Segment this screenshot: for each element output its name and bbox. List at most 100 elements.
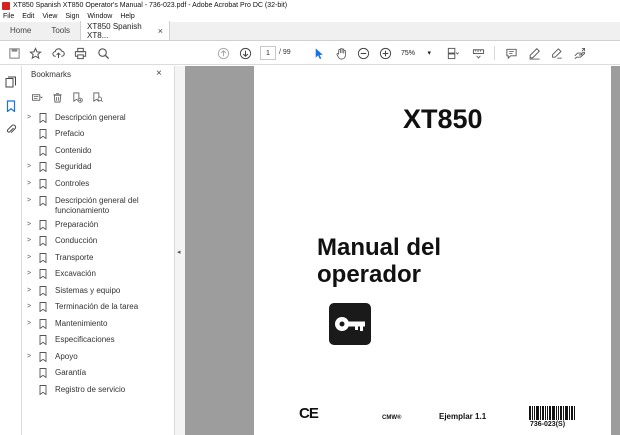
expand-caret-icon[interactable]: >	[27, 162, 37, 172]
save-icon[interactable]	[6, 45, 22, 61]
bookmark-mantenimiento[interactable]: > Mantenimiento	[22, 319, 175, 329]
bookmark-controles[interactable]: > Controles	[22, 179, 175, 189]
expand-caret-icon[interactable]: >	[27, 253, 37, 263]
bookmark-options-icon[interactable]	[30, 90, 44, 104]
bookmark-prefacio[interactable]: Prefacio	[22, 129, 175, 139]
zoom-out-icon[interactable]	[355, 45, 371, 61]
new-bookmark-icon[interactable]	[70, 90, 84, 104]
share-hand-icon[interactable]	[571, 45, 587, 61]
menu-sign[interactable]: Sign	[65, 13, 79, 20]
expand-caret-icon[interactable]: >	[27, 319, 37, 329]
cmw-logo: CMW®	[382, 415, 402, 421]
bookmark-icon	[39, 269, 48, 279]
tab-bar: Home Tools XT850 Spanish XT8... ×	[0, 21, 620, 41]
star-icon[interactable]	[27, 45, 43, 61]
tab-document[interactable]: XT850 Spanish XT8... ×	[80, 21, 171, 40]
bookmark-label: Conducción	[55, 236, 98, 245]
bookmark-conduccion[interactable]: > Conducción	[22, 236, 175, 246]
panel-splitter[interactable]: ◂	[175, 66, 185, 435]
bookmark-label: Especificaciones	[55, 335, 115, 344]
bookmarks-panel: Bookmarks × > Descripción general Prefac…	[22, 66, 175, 435]
expand-caret-icon[interactable]: >	[27, 302, 37, 312]
navigation-rail	[0, 66, 22, 435]
bookmark-icon	[39, 352, 48, 362]
bookmark-icon	[39, 368, 48, 378]
toolbar-divider	[494, 46, 495, 60]
menu-window[interactable]: Window	[87, 13, 112, 20]
bookmark-contenido[interactable]: Contenido	[22, 146, 175, 156]
edition-label: Ejemplar 1.1	[439, 412, 487, 421]
expand-caret-icon[interactable]: >	[27, 286, 37, 296]
key-icon	[329, 303, 371, 345]
comment-icon[interactable]	[503, 45, 519, 61]
bookmark-label: Terminación de la tarea	[55, 302, 139, 311]
select-cursor-icon[interactable]	[310, 45, 326, 61]
expand-caret-icon[interactable]: >	[27, 352, 37, 362]
barcode	[529, 406, 577, 420]
bookmark-label: Registro de servicio	[55, 385, 126, 394]
bookmark-label: Descripción general del funcionamiento	[55, 196, 139, 215]
bookmark-sistemas-equipo[interactable]: > Sistemas y equipo	[22, 286, 175, 296]
bookmark-transporte[interactable]: > Transporte	[22, 253, 175, 263]
hand-tool-icon[interactable]	[333, 45, 349, 61]
document-code: 736-023(S)	[530, 421, 566, 428]
close-icon[interactable]: ×	[156, 68, 162, 79]
tab-close-button[interactable]: ×	[158, 26, 163, 36]
menu-edit[interactable]: Edit	[22, 13, 34, 20]
expand-caret-icon[interactable]: >	[27, 220, 37, 230]
fill-sign-icon[interactable]	[548, 45, 564, 61]
document-viewer[interactable]: XT850 Manual del operador CE CMW® Ejempl…	[185, 66, 620, 435]
find-bookmark-icon[interactable]	[90, 90, 104, 104]
bookmark-garantia[interactable]: Garantía	[22, 368, 175, 378]
expand-caret-icon[interactable]: >	[27, 236, 37, 246]
collapse-panel-icon[interactable]: ◂	[177, 248, 181, 256]
bookmark-registro-servicio[interactable]: Registro de servicio	[22, 385, 175, 395]
bookmark-icon	[39, 162, 48, 172]
menu-help[interactable]: Help	[120, 13, 134, 20]
bookmark-icon	[39, 236, 48, 246]
bookmark-icon	[39, 196, 48, 206]
zoom-value: 75%	[401, 49, 416, 57]
bookmark-excavacion[interactable]: > Excavación	[22, 269, 175, 279]
bookmark-especificaciones[interactable]: Especificaciones	[22, 335, 175, 345]
previous-page-icon[interactable]	[215, 45, 231, 61]
page-thumbnails-icon[interactable]	[4, 75, 18, 89]
zoom-in-icon[interactable]	[377, 45, 393, 61]
menu-file[interactable]: File	[3, 13, 14, 20]
bookmark-seguridad[interactable]: > Seguridad	[22, 162, 175, 172]
bookmark-descripcion-funcionamiento[interactable]: > Descripción general del funcionamiento	[22, 196, 175, 216]
measure-tool-icon[interactable]	[470, 45, 486, 61]
bookmarks-icon[interactable]	[4, 99, 18, 113]
attachments-icon[interactable]	[4, 122, 18, 136]
page-display-icon[interactable]	[444, 45, 460, 61]
cloud-upload-icon[interactable]	[50, 45, 66, 61]
search-icon[interactable]	[95, 45, 111, 61]
bookmark-preparacion[interactable]: > Preparación	[22, 220, 175, 230]
tab-tools[interactable]: Tools	[41, 21, 80, 40]
menu-view[interactable]: View	[42, 13, 57, 20]
bookmark-label: Excavación	[55, 269, 96, 278]
bookmark-icon	[39, 146, 48, 156]
expand-caret-icon[interactable]: >	[27, 196, 37, 206]
expand-caret-icon[interactable]: >	[27, 269, 37, 279]
highlight-pen-icon[interactable]	[526, 45, 542, 61]
zoom-dropdown[interactable]: 75% ▾	[398, 46, 434, 60]
bookmark-terminacion-tarea[interactable]: > Terminación de la tarea	[22, 302, 175, 312]
bookmark-icon	[39, 220, 48, 230]
tab-home[interactable]: Home	[0, 21, 41, 40]
chevron-down-icon: ▾	[427, 50, 431, 57]
bookmark-label: Apoyo	[55, 352, 78, 361]
delete-bookmark-icon[interactable]	[50, 90, 64, 104]
bookmark-label: Prefacio	[55, 129, 85, 138]
bookmark-label: Transporte	[55, 253, 94, 262]
bookmark-descripcion-general[interactable]: > Descripción general	[22, 113, 175, 123]
expand-caret-icon[interactable]: >	[27, 113, 37, 123]
bookmark-apoyo[interactable]: > Apoyo	[22, 352, 175, 362]
print-icon[interactable]	[72, 45, 88, 61]
page-number-input[interactable]: 1	[260, 46, 276, 60]
window-title: XT850 Spanish XT850 Operator's Manual - …	[13, 2, 288, 9]
panel-title: Bookmarks	[31, 70, 72, 79]
next-page-icon[interactable]	[237, 45, 253, 61]
bookmark-label: Preparación	[55, 220, 99, 229]
expand-caret-icon[interactable]: >	[27, 179, 37, 189]
